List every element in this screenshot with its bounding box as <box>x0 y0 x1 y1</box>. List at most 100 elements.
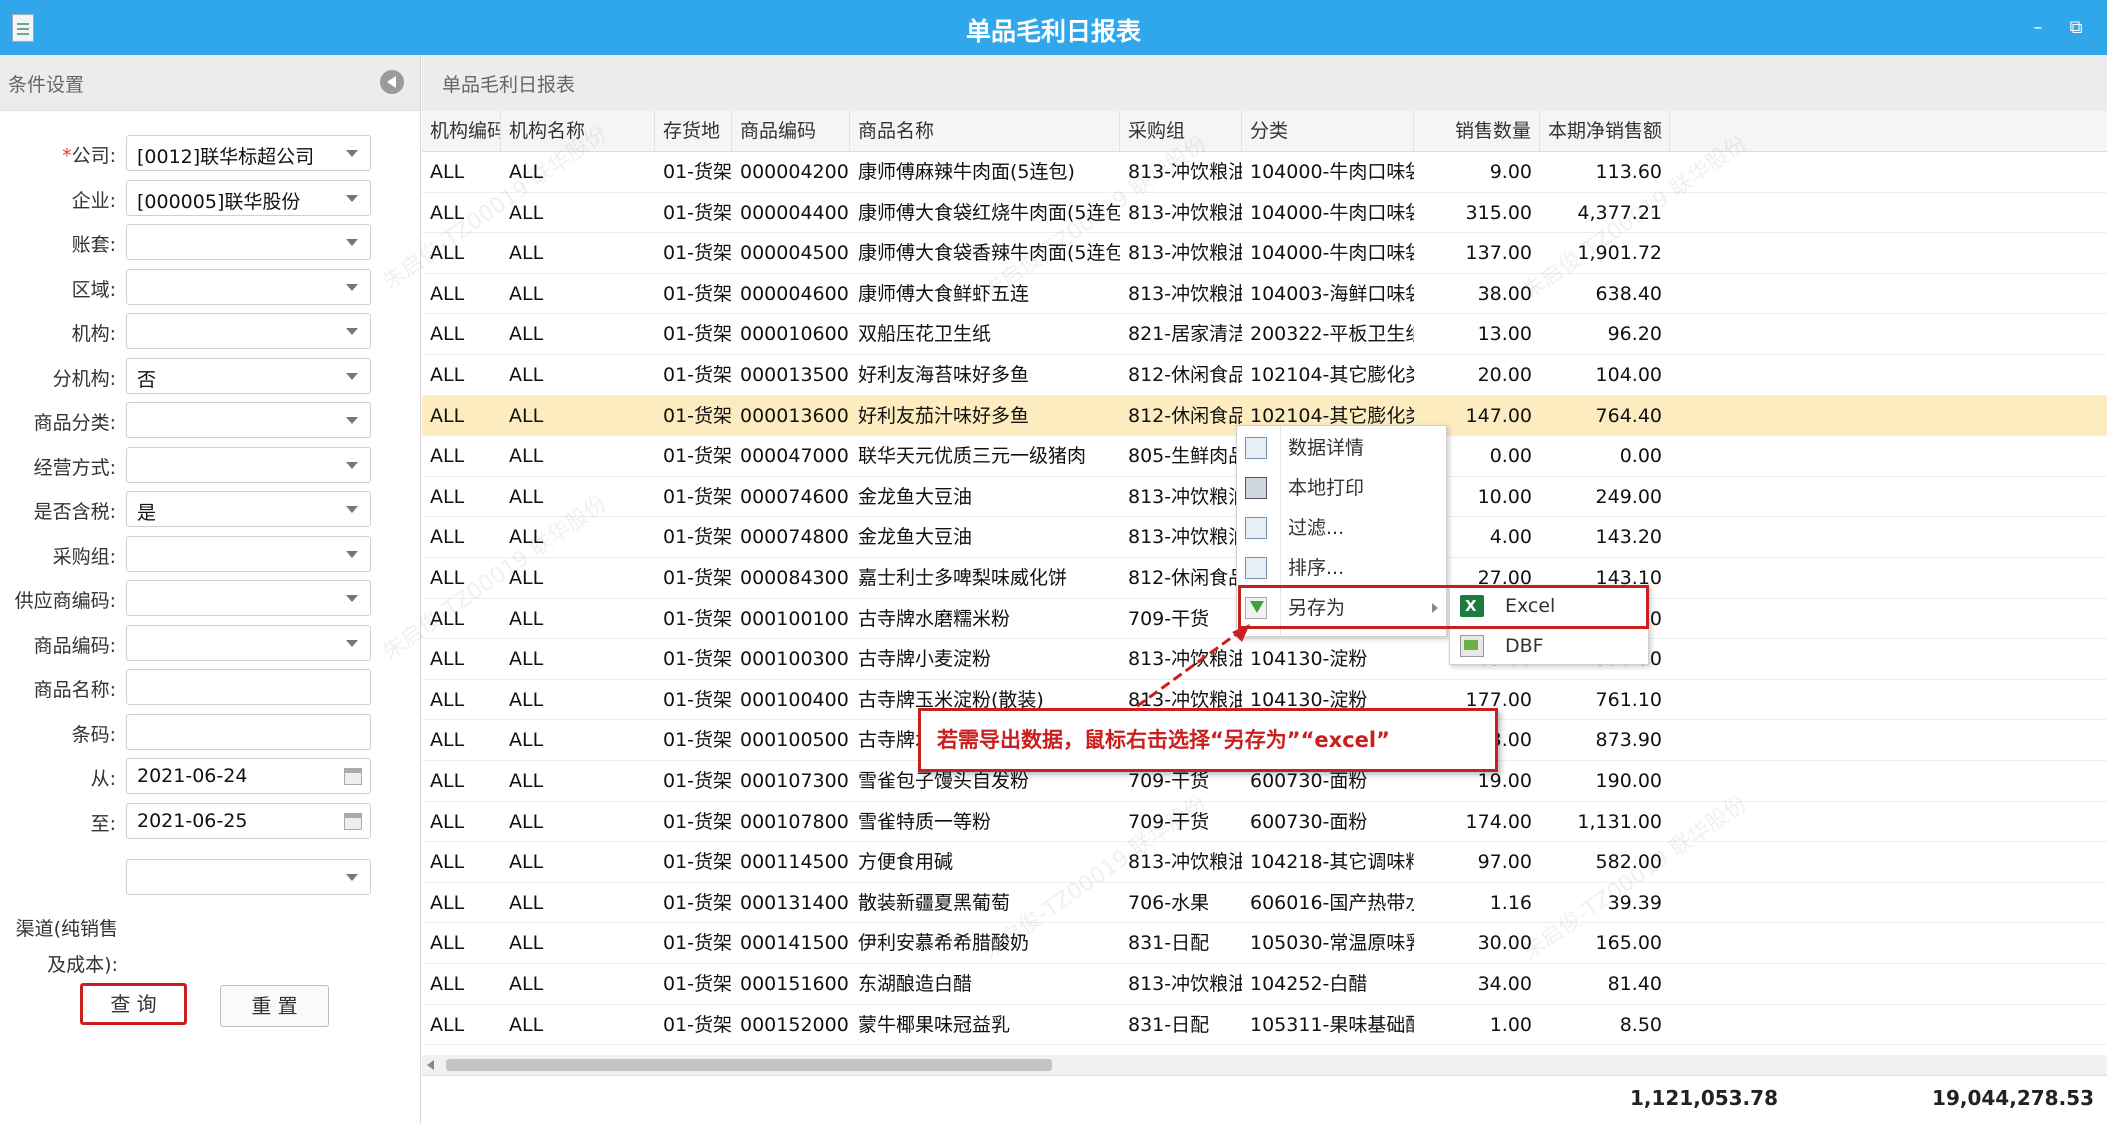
table-cell: ALL <box>509 810 544 833</box>
table-cell: 01-货架 <box>663 526 732 549</box>
channel-select[interactable] <box>126 859 371 895</box>
select-input[interactable] <box>126 447 371 483</box>
field-row: 商品编码: <box>0 625 421 661</box>
table-row[interactable]: ALL ALL 01-货架 0000046001 康师傅大食鲜虾五连 813-冲饮粮油 10… <box>422 274 2107 315</box>
table-row[interactable]: ALL ALL 01-货架 0001145001 方便食用碱 813-冲饮粮油 104218… <box>422 842 2107 883</box>
column-header[interactable]: 机构名称 <box>501 111 655 152</box>
table-cell: 0000045001 <box>740 242 850 265</box>
select-input[interactable] <box>126 313 371 349</box>
table-cell: 1.00 <box>1489 1013 1532 1036</box>
column-header[interactable]: 商品编码 <box>732 111 850 152</box>
table-cell: 8.50 <box>1619 1013 1662 1036</box>
printer-icon <box>1245 477 1267 499</box>
calendar-icon[interactable] <box>344 813 362 830</box>
table-row[interactable]: ALL ALL 01-货架 0001003001 古寺牌小麦淀粉 813-冲饮粮油 1041… <box>422 639 2107 680</box>
field-label: *公司: <box>62 141 116 168</box>
table-row[interactable]: ALL ALL 01-货架 0000135001 好利友海苔味好多鱼 812-休闲食品 10… <box>422 355 2107 396</box>
chevron-down-icon[interactable] <box>346 506 358 513</box>
table-cell: 104130-淀粉 <box>1250 648 1368 671</box>
field-row: 是否含税: 是 <box>0 491 421 527</box>
table-row[interactable]: ALL ALL 01-货架 0001520001 蒙牛椰果味冠益乳 831-日配 10531… <box>422 1005 2107 1046</box>
table-row[interactable]: ALL ALL 01-货架 0001314001 散装新疆夏黑葡萄 706-水果 60601… <box>422 883 2107 924</box>
table-cell: 东湖酿造白醋 <box>858 973 973 995</box>
submenu-item-dbf[interactable]: DBF <box>1450 626 1648 666</box>
column-header[interactable]: 分类 <box>1242 111 1414 152</box>
reset-button[interactable]: 重 置 <box>220 985 329 1027</box>
menu-item-print[interactable]: 本地打印 <box>1237 468 1446 508</box>
table-row[interactable]: ALL ALL 01-货架 0000042001 康师傅麻辣牛肉面(5连包) 813-冲饮… <box>422 152 2107 193</box>
table-cell: 嘉士利士多啤梨味威化饼 <box>858 567 1068 589</box>
table-row[interactable]: ALL ALL 01-货架 0000044001 康师傅大食袋红烧牛肉面(5连包) 813… <box>422 193 2107 234</box>
text-input[interactable] <box>126 714 371 750</box>
column-header[interactable]: 销售数量 <box>1414 111 1540 152</box>
table-cell: 0001145001 <box>740 851 850 874</box>
chevron-down-icon[interactable] <box>346 195 358 202</box>
column-header[interactable]: 商品名称 <box>850 111 1120 152</box>
text-input[interactable] <box>126 669 371 705</box>
scroll-left-icon[interactable] <box>427 1060 434 1070</box>
table-cell: 0001516001 <box>740 973 850 995</box>
select-input[interactable] <box>126 536 371 572</box>
table-cell: 813-冲饮粮油 <box>1128 161 1242 183</box>
horizontal-scrollbar[interactable] <box>422 1055 2107 1075</box>
query-button[interactable]: 查 询 <box>80 983 187 1025</box>
table-cell: ALL <box>509 567 544 589</box>
table-cell: 古寺牌水磨糯米粉 <box>858 607 1011 630</box>
chevron-down-icon[interactable] <box>346 595 358 602</box>
chevron-down-icon[interactable] <box>346 640 358 647</box>
chevron-down-icon[interactable] <box>346 328 358 335</box>
chevron-down-icon[interactable] <box>346 239 358 246</box>
chevron-down-icon[interactable] <box>346 373 358 380</box>
table-cell: 康师傅大食袋香辣牛肉面(5连包) <box>858 242 1120 265</box>
table-cell: 97.00 <box>1477 851 1532 874</box>
field-label-text: 供应商编码: <box>14 590 116 612</box>
table-row[interactable]: ALL ALL 01-货架 0000106001 双船压花卫生纸 821-居家清洁 2003… <box>422 314 2107 355</box>
column-header[interactable]: 采购组 <box>1120 111 1242 152</box>
select-input[interactable]: [000005]联华股份 <box>126 180 371 216</box>
table-row[interactable]: ALL ALL 01-货架 0001516001 东湖酿造白醋 813-冲饮粮油 10425… <box>422 964 2107 1005</box>
select-input[interactable]: [0012]联华标超公司 <box>126 135 371 171</box>
menu-item-details[interactable]: 数据详情 <box>1237 428 1446 468</box>
select-input[interactable] <box>126 402 371 438</box>
scrollbar-thumb[interactable] <box>446 1059 1052 1071</box>
callout-arrow-line <box>1124 628 1243 717</box>
table-cell: 双船压花卫生纸 <box>858 323 992 346</box>
table-row[interactable]: ALL ALL 01-货架 0001415001 伊利安慕希希腊酸奶 831-日配 1050… <box>422 923 2107 964</box>
table-cell: ALL <box>509 404 544 427</box>
column-header[interactable]: 本期净销售额 <box>1540 111 1670 152</box>
table-cell: 315.00 <box>1465 201 1532 224</box>
table-cell: ALL <box>430 688 465 711</box>
date-input[interactable]: 2021-06-24 <box>126 758 371 794</box>
table-cell: ALL <box>430 364 465 386</box>
select-input[interactable]: 否 <box>126 358 371 394</box>
calendar-icon[interactable] <box>344 768 362 785</box>
menu-item-sort[interactable]: 排序... <box>1237 548 1446 588</box>
table-cell: 764.40 <box>1595 404 1662 427</box>
field-label: 分机构: <box>53 364 116 391</box>
chevron-down-icon[interactable] <box>346 462 358 469</box>
chevron-down-icon[interactable] <box>346 874 358 881</box>
select-input[interactable] <box>126 269 371 305</box>
field-row: 条码: <box>0 714 421 750</box>
select-input[interactable]: 是 <box>126 491 371 527</box>
minimize-button[interactable]: – <box>2026 16 2050 40</box>
chevron-down-icon[interactable] <box>346 551 358 558</box>
chevron-down-icon[interactable] <box>346 150 358 157</box>
select-input[interactable] <box>126 580 371 616</box>
table-header: 机构编码 机构名称 存货地 商品编码 商品名称 采购组 分类 销售数量 本期净销售额 <box>422 111 2107 152</box>
select-input[interactable] <box>126 625 371 661</box>
collapse-left-icon[interactable] <box>380 70 404 94</box>
table-row[interactable]: ALL ALL 01-货架 0001078001 雪雀特质一等粉 709-干货 600730… <box>422 802 2107 843</box>
chevron-down-icon[interactable] <box>346 417 358 424</box>
date-input[interactable]: 2021-06-25 <box>126 803 371 839</box>
menu-item-filter[interactable]: 过滤... <box>1237 508 1446 548</box>
table-row[interactable]: ALL ALL 01-货架 0000045001 康师傅大食袋香辣牛肉面(5连包) 813… <box>422 233 2107 274</box>
restore-button[interactable]: ⧉ <box>2064 16 2088 40</box>
field-row: 商品名称: <box>0 669 421 705</box>
table-cell: ALL <box>509 364 544 386</box>
condition-panel-title: 条件设置 <box>8 74 85 96</box>
select-input[interactable] <box>126 224 371 260</box>
column-header[interactable]: 存货地 <box>655 111 732 152</box>
column-header[interactable]: 机构编码 <box>422 111 501 152</box>
chevron-down-icon[interactable] <box>346 284 358 291</box>
